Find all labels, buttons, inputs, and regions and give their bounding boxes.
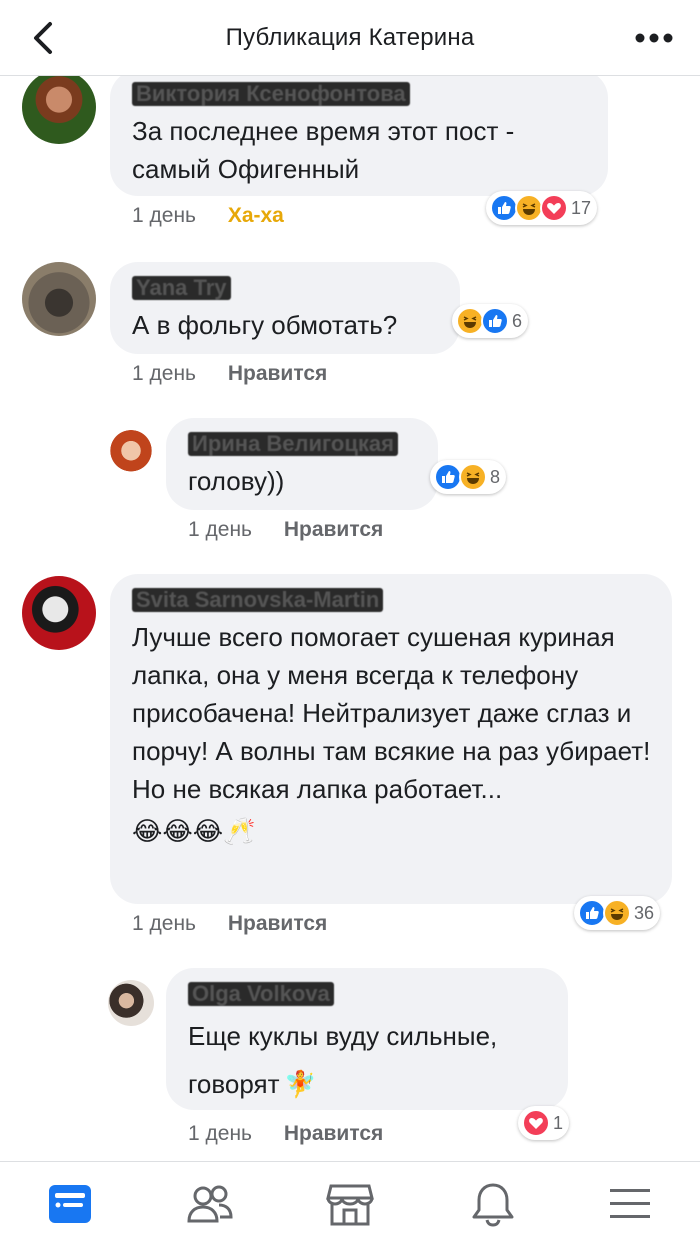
bottom-tab-bar (0, 1161, 700, 1245)
reaction-summary[interactable]: 8 (430, 460, 507, 494)
comment-time[interactable]: 1 день (188, 518, 252, 541)
comment-text: голову)) (188, 466, 285, 496)
reaction-summary[interactable]: 1 (518, 1106, 570, 1140)
comment-meta: 1 день Нравится (188, 518, 383, 542)
haha-icon (456, 307, 484, 335)
comment-time[interactable]: 1 день (132, 912, 196, 935)
notifications-icon[interactable] (468, 1180, 518, 1228)
like-button[interactable]: Нравится (228, 912, 327, 935)
reaction-summary[interactable]: 6 (452, 304, 529, 338)
like-button[interactable]: Нравится (284, 1122, 383, 1145)
comment-time[interactable]: 1 день (188, 1122, 252, 1145)
reaction-count: 8 (490, 466, 501, 487)
like-icon (578, 899, 606, 927)
love-icon (540, 194, 568, 222)
page-title: Публикация Катерина (225, 24, 475, 51)
comment-bubble: Olga Volkova Еще куклы вуду сильные, гов… (166, 968, 568, 1110)
avatar[interactable] (22, 262, 96, 336)
comments-list: Виктория Ксенофонтова За последнее время… (0, 76, 700, 1161)
like-button[interactable]: Нравится (228, 362, 327, 385)
comment-meta: 1 день Нравится (188, 1122, 383, 1146)
avatar[interactable] (108, 430, 154, 476)
like-icon (490, 194, 518, 222)
haha-icon (603, 899, 631, 927)
reaction-summary[interactable]: 36 (574, 896, 661, 930)
love-icon (522, 1109, 550, 1137)
comment-text: А в фольгу обмотать? (132, 310, 398, 340)
like-icon (434, 463, 462, 491)
reaction-count: 17 (571, 197, 592, 218)
friends-icon[interactable] (185, 1180, 235, 1228)
comment-author[interactable]: Виктория Ксенофонтова (132, 82, 410, 106)
comment-meta: 1 день Нравится (132, 362, 327, 386)
fairy-emoji: 🧚 (283, 1069, 317, 1099)
comment-author[interactable]: Ирина Велигоцкая (188, 432, 398, 456)
comment-bubble: Svita Sarnovska-Martin Лучше всего помог… (110, 574, 672, 904)
reaction-count: 1 (553, 1112, 564, 1133)
comment-time[interactable]: 1 день (132, 362, 196, 385)
like-button[interactable]: Нравится (284, 518, 383, 541)
reaction-count: 36 (634, 902, 655, 923)
comment-meta: 1 день Нравится (132, 912, 327, 936)
reaction-count: 6 (512, 310, 523, 331)
comment-author[interactable]: Olga Volkova (188, 982, 334, 1006)
avatar[interactable] (108, 980, 154, 1026)
comment-text: За последнее время этот пост - самый Офи… (132, 116, 515, 184)
haha-icon (515, 194, 543, 222)
comment-author[interactable]: Svita Sarnovska-Martin (132, 588, 384, 612)
top-bar: Публикация Катерина (0, 0, 700, 76)
comment-bubble: Ирина Велигоцкая голову)) (166, 418, 438, 510)
emoji-line: 😂😂😂🥂 (132, 816, 256, 846)
avatar[interactable] (22, 76, 96, 144)
news-feed-icon[interactable] (45, 1180, 95, 1228)
comment-meta: 1 день Ха-ха (132, 204, 284, 228)
avatar[interactable] (22, 576, 96, 650)
comment-bubble: Виктория Ксенофонтова За последнее время… (110, 76, 608, 196)
reaction-summary[interactable]: 17 (486, 191, 598, 225)
comment-author[interactable]: Yana Try (132, 276, 231, 300)
reaction-button[interactable]: Ха-ха (228, 204, 284, 227)
comment-bubble: Yana Try А в фольгу обмотать? (110, 262, 460, 354)
more-dots-icon[interactable] (634, 26, 674, 50)
menu-icon[interactable] (605, 1180, 655, 1228)
marketplace-icon[interactable] (325, 1180, 375, 1228)
haha-icon (459, 463, 487, 491)
comment-time[interactable]: 1 день (132, 204, 196, 227)
comment-text: Еще куклы вуду сильные, говорят (188, 1021, 498, 1099)
like-icon (481, 307, 509, 335)
comment-text: Лучше всего помогает сушеная куриная лап… (132, 622, 651, 804)
